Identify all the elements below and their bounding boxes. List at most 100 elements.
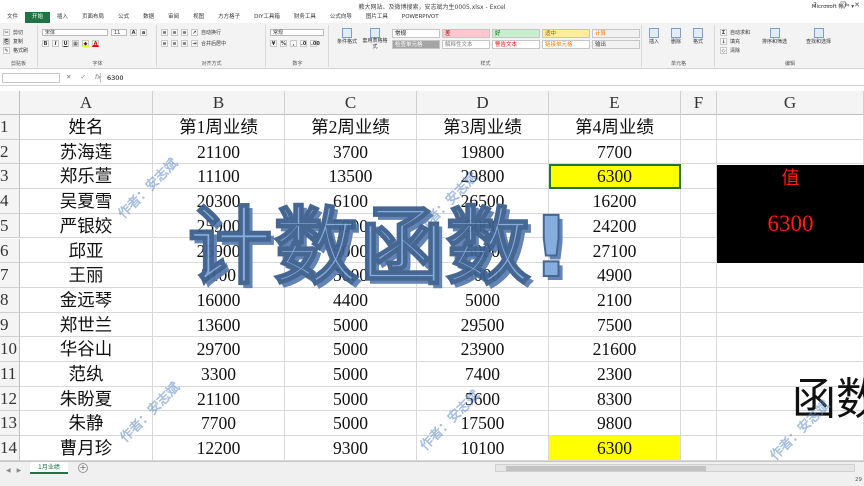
row-header[interactable]: 2 xyxy=(0,139,20,165)
sheet-next-icon[interactable]: ▶ xyxy=(17,467,22,474)
merge-center-button[interactable]: 合并后居中 xyxy=(201,40,226,47)
tab-8[interactable]: 方方格子 xyxy=(211,12,247,23)
cell-style-5[interactable]: 检查单元格 xyxy=(392,40,440,49)
row-header[interactable]: 13 xyxy=(0,411,20,437)
table-cell[interactable] xyxy=(681,115,717,140)
table-cell[interactable]: 29700 xyxy=(153,337,285,362)
column-header-a[interactable]: A xyxy=(20,91,153,115)
table-cell[interactable] xyxy=(681,386,717,412)
format-painter-icon[interactable]: ✎ xyxy=(3,47,10,54)
table-cell[interactable]: 21600 xyxy=(549,337,681,362)
table-cell[interactable]: 5600 xyxy=(417,386,549,412)
table-cell[interactable]: 金远琴 xyxy=(20,287,153,313)
table-cell[interactable] xyxy=(681,263,717,288)
decrease-decimal-icon[interactable]: .00 xyxy=(310,40,320,47)
row-header[interactable]: 9 xyxy=(0,312,20,338)
table-cell[interactable] xyxy=(681,164,717,190)
formula-input[interactable]: 6300 xyxy=(100,73,862,83)
tab-0[interactable]: 文件 xyxy=(0,12,25,23)
bold-icon[interactable]: B xyxy=(42,40,49,47)
row-header[interactable]: 3 xyxy=(0,164,20,190)
table-cell[interactable]: 第4周业绩 xyxy=(549,115,681,140)
tab-6[interactable]: 审阅 xyxy=(161,12,186,23)
tab-7[interactable]: 视图 xyxy=(186,12,211,23)
cell-style-9[interactable]: 输出 xyxy=(592,40,640,49)
fill-button[interactable]: 填充 xyxy=(730,38,740,45)
enter-icon[interactable]: ✓ xyxy=(80,73,85,81)
close-icon[interactable]: ✕ xyxy=(854,1,860,9)
italic-icon[interactable]: I xyxy=(52,40,59,47)
autosum-button[interactable]: 自动求和 xyxy=(730,29,750,36)
row-header[interactable]: 7 xyxy=(0,263,20,288)
font-size-combo[interactable]: 11 xyxy=(111,29,127,36)
table-cell[interactable]: 7700 xyxy=(549,139,681,165)
horizontal-scrollbar[interactable] xyxy=(495,464,855,472)
table-cell[interactable]: 5000 xyxy=(285,337,417,362)
table-cell[interactable] xyxy=(681,139,717,165)
row-header[interactable]: 10 xyxy=(0,337,20,362)
table-cell[interactable] xyxy=(681,189,717,214)
column-header-f[interactable]: F xyxy=(681,91,717,115)
table-cell[interactable]: 第1周业绩 xyxy=(153,115,285,140)
align-right-icon[interactable]: ≡ xyxy=(181,40,188,47)
table-cell[interactable]: 郑乐萱 xyxy=(20,164,153,190)
table-cell[interactable]: 第3周业绩 xyxy=(417,115,549,140)
table-cell[interactable] xyxy=(681,337,717,362)
cancel-icon[interactable]: ✕ xyxy=(66,73,71,81)
cell-style-3[interactable]: 适中 xyxy=(542,29,590,38)
align-center-icon[interactable]: ≡ xyxy=(171,40,178,47)
table-cell[interactable]: 12200 xyxy=(153,436,285,461)
currency-icon[interactable]: ¥ xyxy=(270,40,277,47)
align-top-icon[interactable]: ≡ xyxy=(161,29,168,36)
indent-icon[interactable]: ⇥ xyxy=(191,40,198,47)
row-header[interactable]: 1 xyxy=(0,115,20,140)
table-cell[interactable]: 29500 xyxy=(417,312,549,338)
row-header[interactable]: 5 xyxy=(0,213,20,239)
table-cell[interactable]: 13500 xyxy=(285,164,417,190)
fill-color-icon[interactable]: ◆ xyxy=(82,40,89,47)
row-header[interactable]: 12 xyxy=(0,386,20,412)
tab-4[interactable]: 公式 xyxy=(111,12,136,23)
cell-style-1[interactable]: 差 xyxy=(442,29,490,38)
zoom-level[interactable]: 29 xyxy=(855,477,862,483)
tab-13[interactable]: POWERPIVOT xyxy=(395,12,446,23)
tab-11[interactable]: 公式向导 xyxy=(323,12,359,23)
row-header[interactable]: 14 xyxy=(0,436,20,461)
row-header[interactable]: 11 xyxy=(0,362,20,387)
insert-button[interactable]: 插入 xyxy=(649,28,659,45)
cell-style-7[interactable]: 警告文本 xyxy=(492,40,540,49)
column-header-d[interactable]: D xyxy=(417,91,549,115)
table-cell[interactable] xyxy=(717,337,864,362)
table-cell[interactable]: 5000 xyxy=(285,312,417,338)
table-cell[interactable] xyxy=(681,436,717,461)
autosum-icon[interactable]: Σ xyxy=(720,29,727,36)
copy-button[interactable]: 复制 xyxy=(13,38,23,45)
conditional-format-button[interactable]: 条件格式 xyxy=(334,28,360,45)
table-cell[interactable] xyxy=(681,287,717,313)
add-sheet-icon[interactable]: + xyxy=(78,463,88,473)
row-header[interactable]: 6 xyxy=(0,238,20,264)
increase-decimal-icon[interactable]: .0 xyxy=(300,40,307,47)
cell-style-2[interactable]: 好 xyxy=(492,29,540,38)
cut-button[interactable]: 剪切 xyxy=(13,29,23,36)
clear-button[interactable]: 清除 xyxy=(730,47,740,54)
fill-icon[interactable]: ↓ xyxy=(720,38,727,45)
format-button[interactable]: 格式 xyxy=(693,28,703,45)
table-cell[interactable]: 第2周业绩 xyxy=(285,115,417,140)
table-cell[interactable] xyxy=(681,238,717,264)
border-icon[interactable]: ▦ xyxy=(72,40,79,47)
row-header[interactable]: 4 xyxy=(0,189,20,214)
clear-icon[interactable]: ◇ xyxy=(720,47,727,54)
comma-icon[interactable]: , xyxy=(290,40,297,47)
grow-font-icon[interactable]: A xyxy=(130,29,137,36)
shrink-font-icon[interactable]: a xyxy=(140,29,147,36)
table-cell[interactable]: 朱盼夏 xyxy=(20,386,153,412)
align-bottom-icon[interactable]: ≡ xyxy=(181,29,188,36)
table-cell[interactable]: 5000 xyxy=(285,386,417,412)
tab-1[interactable]: 开始 xyxy=(25,12,51,23)
column-header-e[interactable]: E xyxy=(549,91,681,115)
cut-icon[interactable]: ✂ xyxy=(3,29,10,36)
table-cell[interactable]: 7400 xyxy=(417,362,549,387)
account-menu[interactable]: Microsoft 帐户 ▾ xyxy=(812,2,854,10)
align-left-icon[interactable]: ≡ xyxy=(161,40,168,47)
